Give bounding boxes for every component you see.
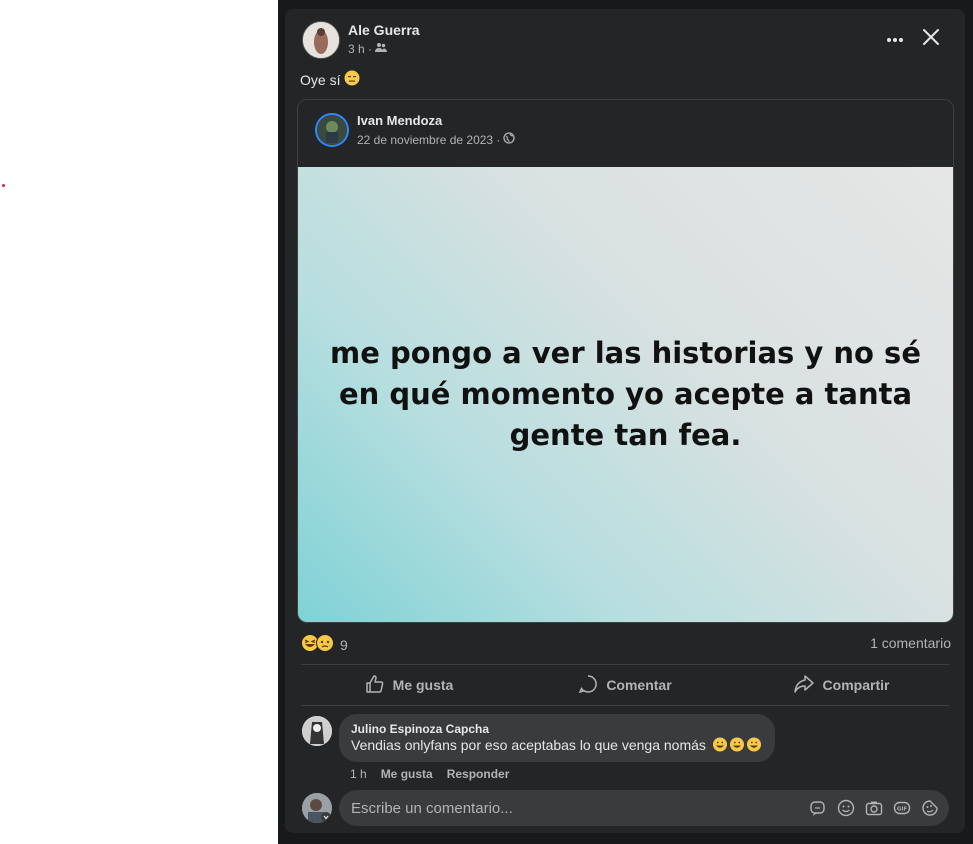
comment-like-link[interactable]: Me gusta (381, 767, 433, 781)
close-icon (922, 28, 940, 51)
comment-button[interactable]: Comentar (517, 665, 733, 705)
shared-post[interactable]: Ivan Mendoza 22 de noviembre de 2023 · m… (297, 99, 954, 623)
caption-text: Oye sí (300, 71, 341, 88)
sticker-icon[interactable] (921, 799, 939, 817)
shared-date[interactable]: 22 de noviembre de 2023 · (357, 133, 500, 147)
expressionless-emoji-icon (344, 70, 360, 89)
composer-icons: GIF (809, 799, 949, 817)
red-marker-dot (2, 184, 5, 187)
sad-reaction-icon (316, 634, 334, 655)
comment-count[interactable]: 1 comentario (870, 635, 951, 651)
gif-icon[interactable]: GIF (893, 799, 911, 817)
like-button[interactable]: Me gusta (301, 665, 517, 705)
divider-bottom (301, 705, 949, 706)
comment-reply-link[interactable]: Responder (447, 767, 510, 781)
post-meta: 3 h · (348, 41, 388, 56)
comment-bubble: Julino Espinoza Capcha Vendias onlyfans … (339, 714, 775, 762)
comment-composer: GIF (339, 789, 949, 827)
share-button[interactable]: Compartir (733, 665, 949, 705)
post-time[interactable]: 3 h · (348, 42, 372, 56)
more-options-button[interactable] (881, 27, 909, 51)
author-avatar[interactable] (302, 21, 340, 59)
emoji-icon[interactable] (837, 799, 855, 817)
shared-post-header: Ivan Mendoza 22 de noviembre de 2023 · (298, 100, 953, 167)
post-card: Ale Guerra 3 h · Oye sí Ivan Mendoza 22 … (285, 9, 965, 833)
shared-author-name[interactable]: Ivan Mendoza (357, 113, 442, 128)
quote-text: me pongo a ver las historias y no sé en … (330, 336, 921, 452)
comment-time[interactable]: 1 h (350, 767, 367, 781)
close-button[interactable] (918, 26, 944, 52)
comment-meta: 1 h Me gusta Responder (350, 767, 509, 781)
friends-icon (375, 41, 388, 56)
thumbs-up-icon (365, 674, 385, 697)
current-user-avatar[interactable] (302, 793, 332, 823)
author-name[interactable]: Ale Guerra (348, 22, 420, 38)
comment-label: Comentar (606, 677, 672, 693)
comment-text: Vendias onlyfans por eso aceptabas lo qu… (351, 737, 706, 753)
reaction-count: 9 (340, 636, 348, 653)
quote-image[interactable]: me pongo a ver las historias y no sé en … (298, 167, 953, 622)
commenter-avatar[interactable] (302, 716, 332, 746)
svg-text:GIF: GIF (897, 806, 908, 812)
grinning-emoji-icon (710, 737, 763, 753)
comment-author[interactable]: Julino Espinoza Capcha (351, 722, 763, 736)
share-icon (793, 674, 815, 697)
camera-icon[interactable] (865, 799, 883, 817)
reactions-row: 9 1 comentario (301, 632, 951, 654)
reactions-summary[interactable]: 9 (301, 634, 348, 655)
comment-icon (578, 674, 598, 697)
more-icon (886, 30, 904, 48)
like-label: Me gusta (392, 677, 454, 693)
share-label: Compartir (822, 677, 890, 693)
globe-icon (503, 132, 516, 147)
post-actions: Me gusta Comentar Compartir (301, 665, 949, 705)
comment-text-row: Vendias onlyfans por eso aceptabas lo qu… (351, 737, 763, 753)
sticker-comment-icon[interactable] (809, 799, 827, 817)
comment-input[interactable] (339, 789, 809, 827)
shared-meta: 22 de noviembre de 2023 · (357, 132, 516, 147)
post-caption: Oye sí (300, 70, 360, 89)
shared-author-avatar[interactable] (315, 113, 349, 147)
